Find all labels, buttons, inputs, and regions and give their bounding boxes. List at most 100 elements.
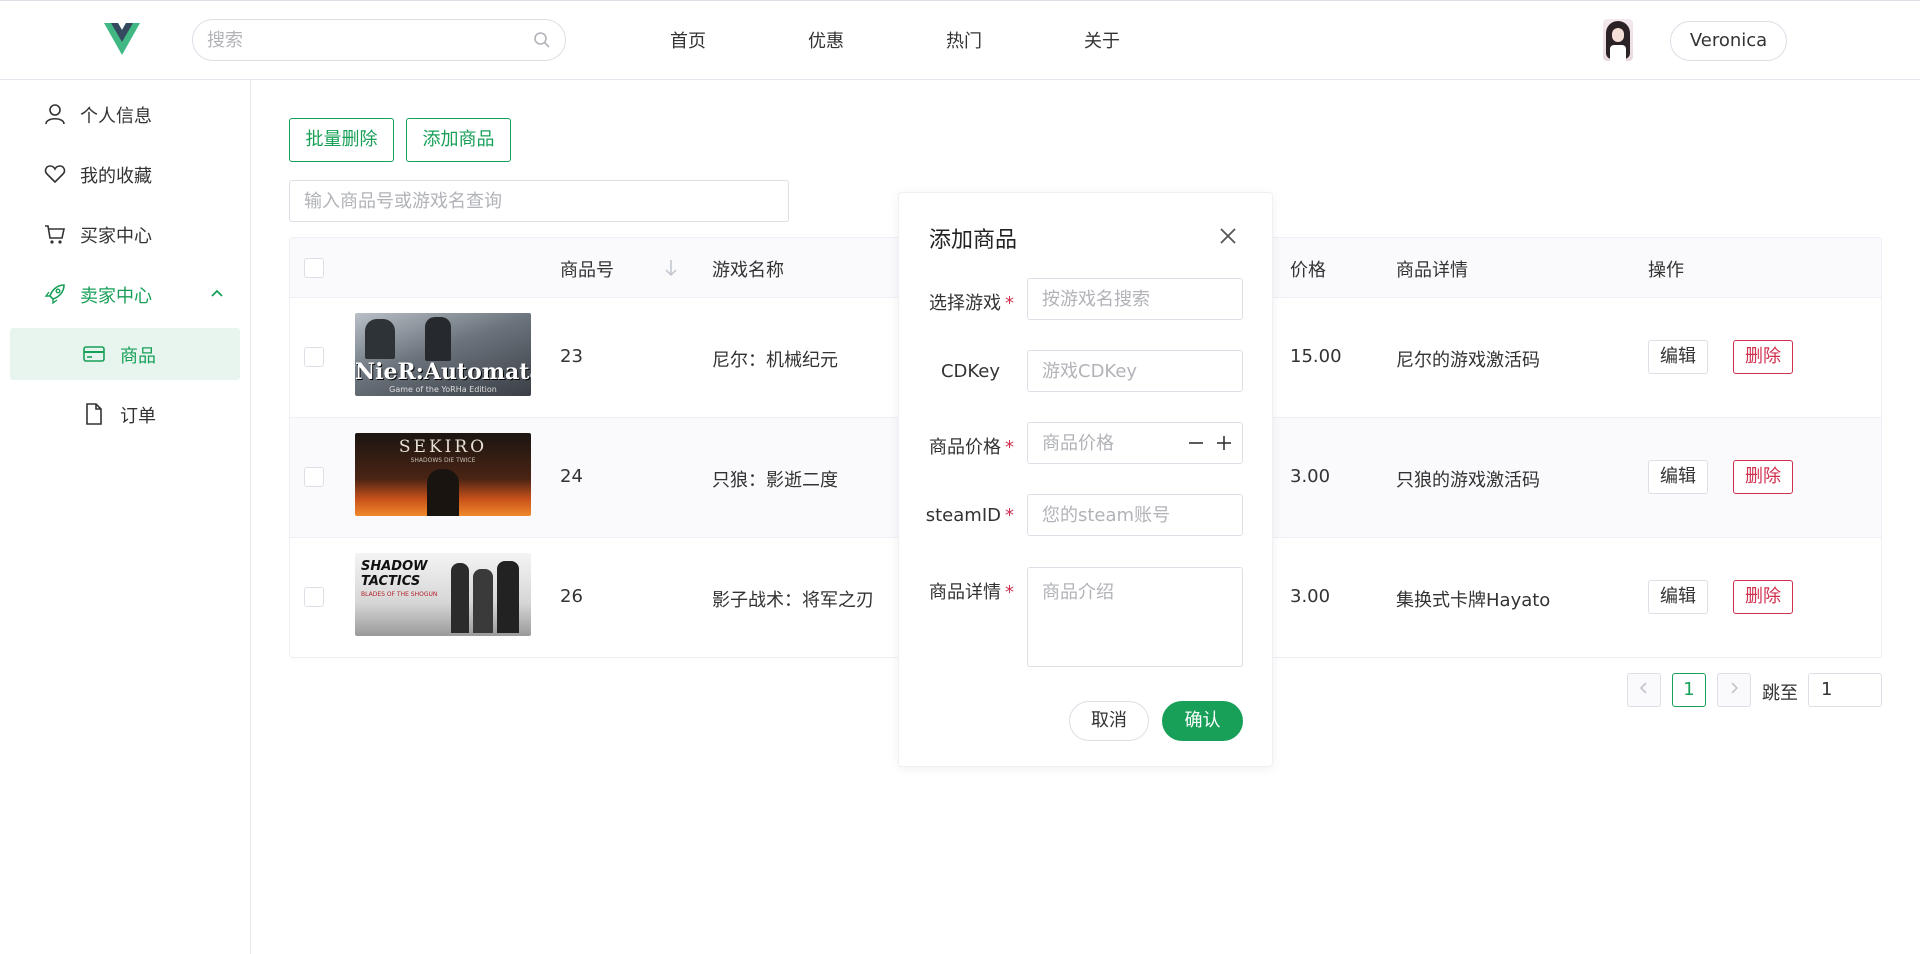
- game-search-input[interactable]: [1028, 279, 1242, 319]
- document-icon: [86, 403, 102, 425]
- cell-game: 尼尔：机械纪元: [712, 350, 838, 371]
- thumb-figure: [425, 317, 451, 361]
- field-label-cdkey: CDKey: [899, 361, 1000, 382]
- field-label-text: 商品价格: [929, 437, 1001, 458]
- sidebar-item-label: 商品: [120, 346, 156, 367]
- avatar-dress: [1610, 45, 1626, 61]
- thumb-figure: [365, 319, 395, 359]
- user-name-button[interactable]: Veronica: [1670, 21, 1787, 61]
- field-label-text: 商品详情: [929, 582, 1001, 603]
- sidebar-item-label: 卖家中心: [80, 286, 152, 307]
- price-input[interactable]: [1028, 423, 1178, 463]
- nav-home[interactable]: 首页: [670, 27, 706, 53]
- avatar[interactable]: [1603, 19, 1633, 61]
- row-checkbox[interactable]: [304, 587, 324, 607]
- search-box[interactable]: [192, 19, 566, 61]
- cancel-button[interactable]: 取消: [1069, 701, 1149, 741]
- field-label-text: 选择游戏: [929, 293, 1001, 314]
- batch-delete-button[interactable]: 批量删除: [289, 118, 394, 162]
- cell-game: 只狼：影逝二度: [712, 470, 838, 491]
- add-product-modal: 添加商品 选择游戏* CDKey 商品价格* steamID* 商品详情*: [898, 192, 1273, 767]
- detail-field[interactable]: [1027, 567, 1243, 667]
- cell-price: 3.00: [1290, 586, 1331, 607]
- header-id[interactable]: 商品号: [560, 256, 614, 282]
- header-detail: 商品详情: [1396, 260, 1468, 281]
- add-product-button[interactable]: 添加商品: [406, 118, 511, 162]
- required-mark: *: [1005, 437, 1014, 458]
- cell-detail: 尼尔的游戏激活码: [1396, 350, 1540, 371]
- thumb-figure: [497, 561, 519, 633]
- cell-detail: 只狼的游戏激活码: [1396, 470, 1540, 491]
- header-price: 价格: [1290, 260, 1326, 281]
- sidebar-item-favorites[interactable]: 我的收藏: [10, 148, 240, 200]
- edit-button[interactable]: 编辑: [1648, 580, 1708, 614]
- row-checkbox[interactable]: [304, 467, 324, 487]
- cell-game: 影子战术：将军之刃: [712, 590, 874, 611]
- required-mark: *: [1005, 505, 1014, 526]
- nav-hot[interactable]: 热门: [946, 27, 982, 53]
- delete-button[interactable]: 删除: [1733, 460, 1793, 494]
- field-label-detail: 商品详情 *: [899, 578, 1014, 604]
- sidebar-item-orders[interactable]: 订单: [10, 388, 240, 440]
- game-thumbnail: SEKIRO SHADOWS DIE TWICE: [355, 433, 531, 516]
- product-query[interactable]: [289, 180, 789, 222]
- close-icon[interactable]: [1219, 227, 1237, 245]
- thumb-figure: [451, 563, 469, 633]
- thumb-figure: [427, 469, 459, 516]
- jump-page-input[interactable]: 1: [1808, 673, 1882, 707]
- sidebar-item-products[interactable]: 商品: [10, 328, 240, 380]
- sidebar-item-label: 我的收藏: [80, 166, 152, 187]
- modal-title: 添加商品: [929, 228, 1018, 253]
- edit-button[interactable]: 编辑: [1648, 340, 1708, 374]
- sort-arrow-icon[interactable]: [664, 258, 678, 278]
- nav-deals[interactable]: 优惠: [808, 27, 844, 53]
- steamid-field[interactable]: [1027, 494, 1243, 536]
- cdkey-input[interactable]: [1028, 351, 1242, 391]
- cell-id: 23: [560, 346, 583, 367]
- game-thumbnail: NieR:Automata Game of the YoRHa Edition: [355, 313, 531, 396]
- minus-icon[interactable]: [1186, 433, 1206, 453]
- field-label-text: CDKey: [940, 361, 1000, 382]
- sidebar-item-profile[interactable]: 个人信息: [10, 88, 240, 140]
- prev-page-button[interactable]: [1627, 673, 1661, 707]
- chevron-up-icon[interactable]: [210, 288, 224, 298]
- search-input[interactable]: [207, 20, 527, 60]
- cart-icon: [45, 225, 65, 244]
- field-label-steamid: steamID *: [899, 505, 1014, 526]
- delete-button[interactable]: 删除: [1733, 340, 1793, 374]
- avatar-face: [1612, 28, 1624, 42]
- detail-textarea[interactable]: [1028, 568, 1242, 666]
- thumb-title: SEKIRO: [398, 437, 488, 457]
- product-query-input[interactable]: [290, 181, 788, 221]
- next-page-button[interactable]: [1717, 673, 1751, 707]
- chevron-right-icon: [1731, 682, 1739, 694]
- delete-button[interactable]: 删除: [1733, 580, 1793, 614]
- confirm-button[interactable]: 确认: [1162, 701, 1243, 741]
- header-game: 游戏名称: [712, 260, 784, 281]
- field-label-price: 商品价格 *: [899, 433, 1014, 459]
- cell-price: 15.00: [1290, 346, 1342, 367]
- jump-label: 跳至: [1762, 683, 1798, 704]
- select-all-checkbox[interactable]: [304, 258, 324, 278]
- cdkey-field[interactable]: [1027, 350, 1243, 392]
- header-actions: 操作: [1648, 260, 1684, 281]
- search-icon[interactable]: [533, 31, 551, 49]
- cell-detail: 集换式卡牌Hayato: [1396, 590, 1551, 611]
- sidebar-item-seller[interactable]: 卖家中心: [10, 268, 240, 320]
- edit-button[interactable]: 编辑: [1648, 460, 1708, 494]
- vue-logo-icon[interactable]: [104, 23, 140, 55]
- cell-id: 26: [560, 586, 583, 607]
- sidebar-item-buyer[interactable]: 买家中心: [10, 208, 240, 260]
- steamid-input[interactable]: [1028, 495, 1242, 535]
- thumb-title: NieR:Automata: [355, 359, 531, 385]
- rocket-icon: [44, 284, 65, 305]
- thumb-subtitle: SHADOWS DIE TWICE: [410, 457, 476, 464]
- game-search-field[interactable]: [1027, 278, 1243, 320]
- price-field[interactable]: [1027, 422, 1243, 464]
- sidebar-item-label: 买家中心: [80, 226, 152, 247]
- plus-icon[interactable]: [1214, 433, 1234, 453]
- nav-about[interactable]: 关于: [1084, 27, 1120, 53]
- user-icon: [45, 104, 65, 125]
- page-button[interactable]: 1: [1672, 673, 1706, 707]
- row-checkbox[interactable]: [304, 347, 324, 367]
